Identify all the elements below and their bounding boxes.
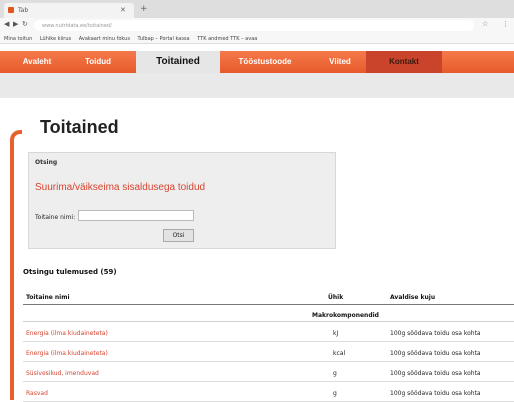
bookmarks-bar: Mina toitun Lühike kiirus Avakaart minu … xyxy=(0,33,514,44)
form-cell: 100g söödava toidu osa kohta xyxy=(390,330,481,337)
search-field-label: Toitaine nimi: xyxy=(35,214,76,221)
form-cell: 100g söödava toidu osa kohta xyxy=(390,370,481,377)
browser-chrome: Tab ✕ + ◀ ▶ ↻ www.nutridata.ee/toitained… xyxy=(0,0,514,44)
nutrient-link[interactable]: Energia (ilma kiudaineteta) xyxy=(26,350,108,357)
unit-cell: kcal xyxy=(333,350,346,357)
bookmark-item[interactable]: Tulbap – Portal kassa xyxy=(138,36,190,42)
bookmark-item[interactable]: TTK andmed TTK – avaa xyxy=(197,36,257,42)
search-button[interactable]: Otsi xyxy=(163,229,194,242)
reload-icon[interactable]: ↻ xyxy=(22,20,28,28)
bookmark-item[interactable]: Lühike kiirus xyxy=(40,36,71,42)
section-accent xyxy=(10,130,22,400)
forward-icon[interactable]: ▶ xyxy=(13,20,18,28)
site-nav: Avaleht Toidud Toitained Tööstustoode Vi… xyxy=(0,51,514,73)
page-title: Toitained xyxy=(40,117,119,137)
nutrient-link[interactable]: Süsivesikud, imenduvad xyxy=(26,370,99,377)
close-icon[interactable]: ✕ xyxy=(120,6,126,14)
search-panel: Otsing Suurima/väikseima sisaldusega toi… xyxy=(28,152,336,249)
column-header[interactable]: Avaldise kuju xyxy=(390,294,435,301)
column-header[interactable]: Toitaine nimi xyxy=(26,294,70,301)
back-icon[interactable]: ◀ xyxy=(4,20,9,28)
search-input[interactable] xyxy=(78,210,194,221)
browser-tab[interactable]: Tab ✕ xyxy=(4,3,134,18)
nav-item-toidud[interactable]: Toidud xyxy=(78,51,118,73)
search-legend: Otsing xyxy=(35,159,58,166)
menu-icon[interactable]: ⋮ xyxy=(502,20,509,28)
nav-item-toitained[interactable]: Toitained xyxy=(136,51,220,73)
unit-cell: kJ xyxy=(333,330,339,337)
bookmark-item[interactable]: Mina toitun xyxy=(4,36,32,42)
table-row: Energia (ilma kiudaineteta) kcal 100g sö… xyxy=(23,343,514,362)
table-row: Süsivesikud, imenduvad g 100g söödava to… xyxy=(23,363,514,382)
tab-strip: Tab ✕ + xyxy=(0,0,514,18)
results-heading: Otsingu tulemused (59) xyxy=(23,268,117,276)
favicon-icon xyxy=(8,7,14,13)
header-band xyxy=(0,73,514,98)
new-tab-icon[interactable]: + xyxy=(140,4,150,14)
extremes-link[interactable]: Suurima/väikseima sisaldusega toidud xyxy=(35,182,205,193)
column-header[interactable]: Ühik xyxy=(328,294,343,301)
address-row: ◀ ▶ ↻ www.nutridata.ee/toitained/ ☆ ⋮ xyxy=(0,18,514,33)
nav-item-viited[interactable]: Viited xyxy=(320,51,360,73)
bookmark-item[interactable]: Avakaart minu fokus xyxy=(79,36,130,42)
address-bar[interactable]: www.nutridata.ee/toitained/ xyxy=(34,20,474,31)
table-header: Toitaine nimi Ühik Avaldise kuju xyxy=(23,291,514,305)
group-row: Makrokomponendid xyxy=(23,308,514,322)
nutrient-link[interactable]: Energia (ilma kiudaineteta) xyxy=(26,330,108,337)
nav-item-avaleht[interactable]: Avaleht xyxy=(14,51,60,73)
browser-tab-title: Tab xyxy=(18,7,29,14)
form-cell: 100g söödava toidu osa kohta xyxy=(390,350,481,357)
group-label: Makrokomponendid xyxy=(312,312,379,319)
nav-item-toostustoode[interactable]: Tööstustoode xyxy=(230,51,300,73)
star-icon[interactable]: ☆ xyxy=(482,20,488,28)
unit-cell: g xyxy=(333,370,337,377)
nav-item-kontakt[interactable]: Kontakt xyxy=(366,51,442,73)
table-row: Energia (ilma kiudaineteta) kJ 100g sööd… xyxy=(23,323,514,342)
table-row: Rasvad g 100g söödava toidu osa kohta xyxy=(23,383,514,402)
